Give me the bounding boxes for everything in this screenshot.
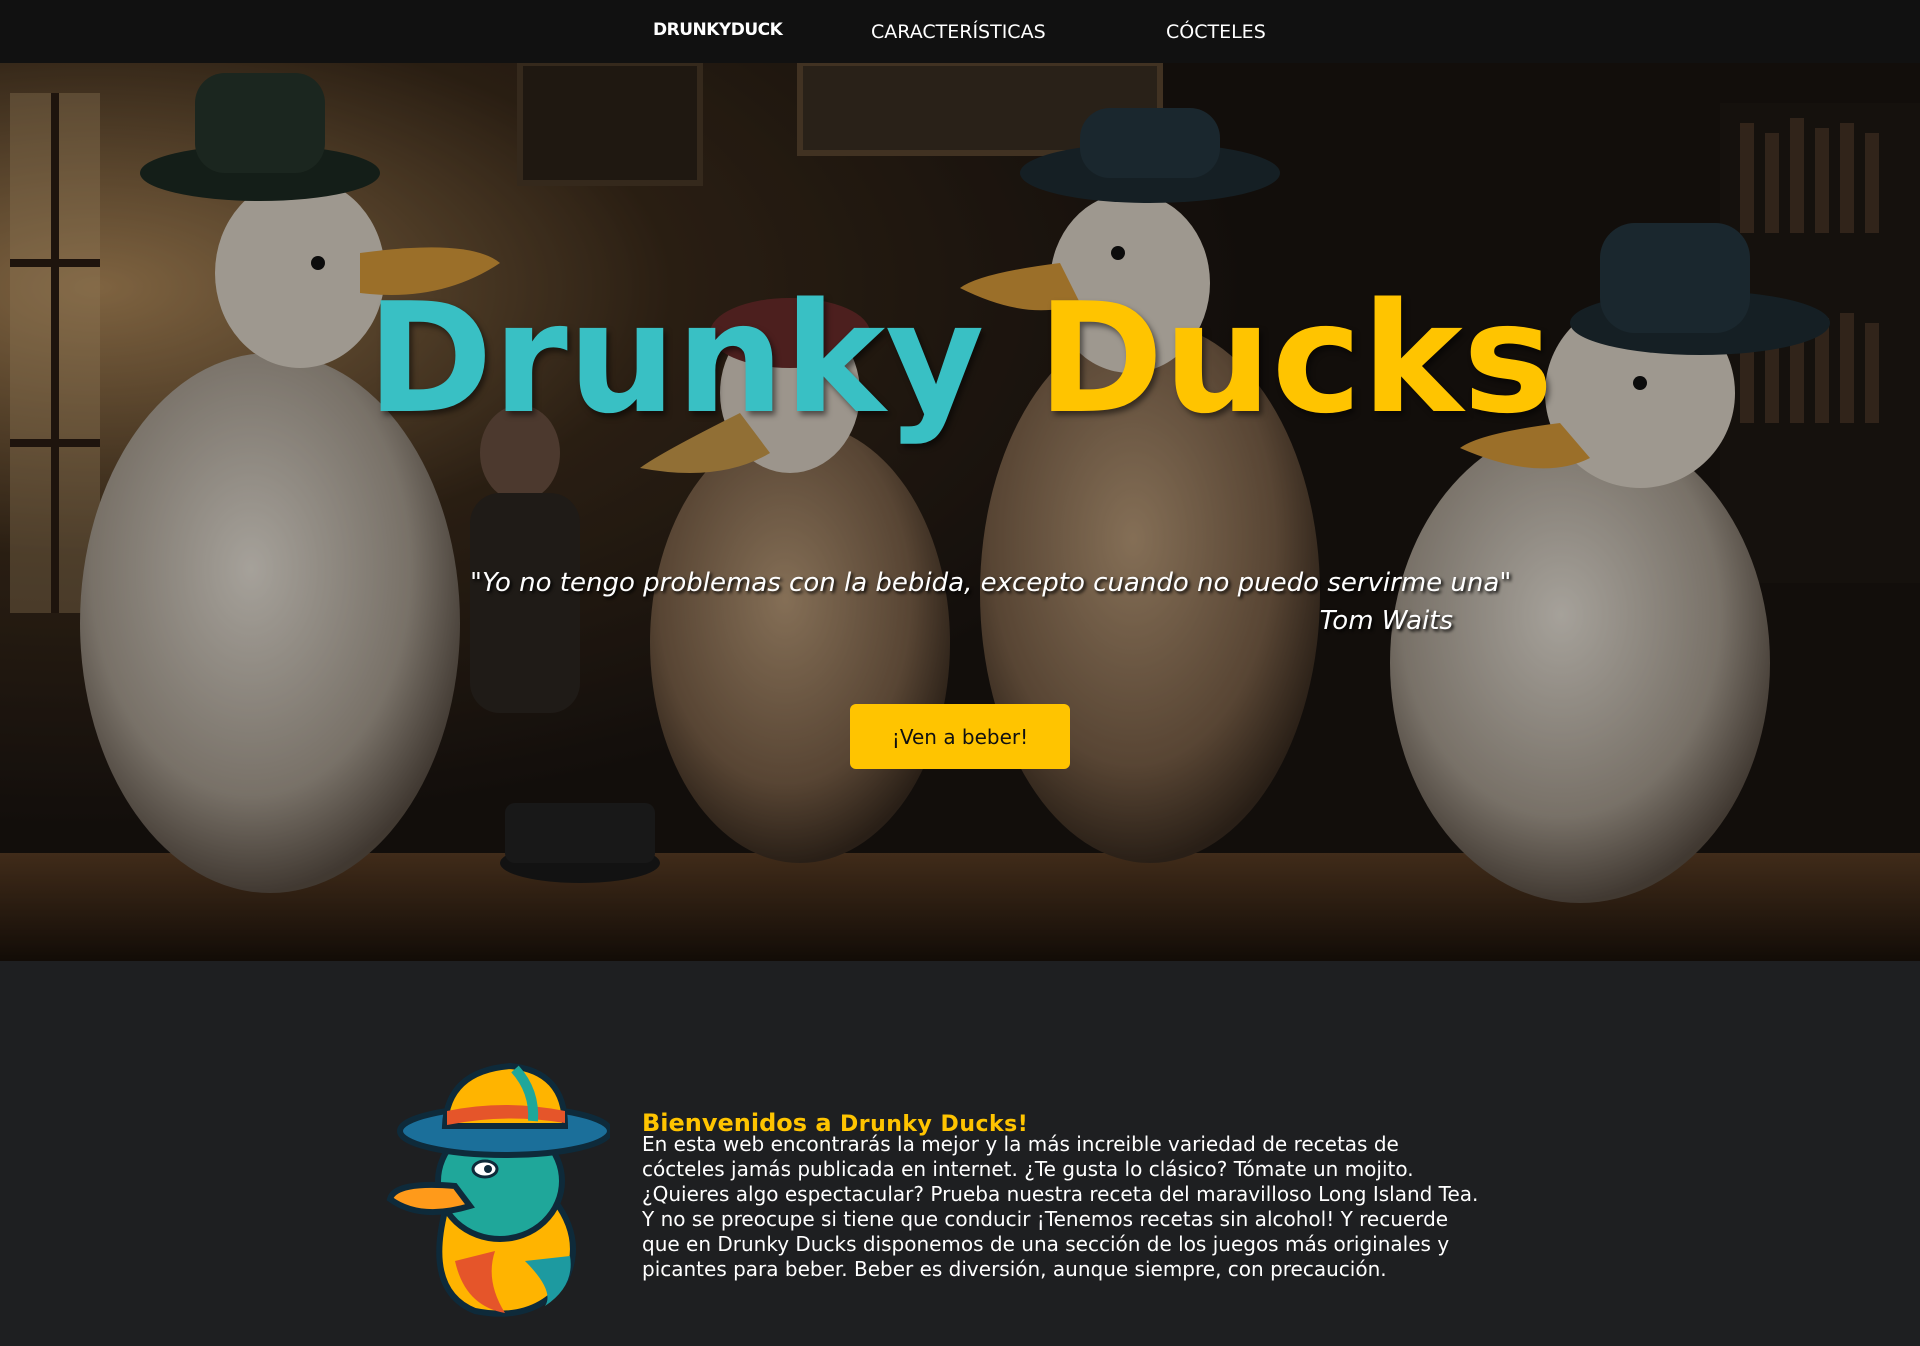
nav-link-cocteles[interactable]: CÓCTELES	[1166, 21, 1266, 43]
duck-mascot-logo	[386, 1062, 610, 1317]
hero-quote: "Yo no tengo problemas con la bebida, ex…	[470, 568, 1512, 598]
come-drink-button[interactable]: ¡Ven a beber!	[850, 704, 1070, 769]
top-navbar: DrunkyDuck CARACTERÍSTICAS CÓCTELES	[0, 0, 1920, 63]
hero-title: Drunky Ducks	[0, 268, 1920, 450]
hero-title-part-2: Ducks	[1037, 270, 1554, 447]
nav-link-caracteristicas[interactable]: CARACTERÍSTICAS	[871, 21, 1046, 43]
hero-quote-author: Tom Waits	[1319, 606, 1453, 636]
welcome-section: Bienvenidos a Drunky Ducks! En esta web …	[0, 961, 1920, 1346]
hero-background-image	[0, 63, 1920, 961]
welcome-description: En esta web encontrarás la mejor y la má…	[642, 1132, 1479, 1281]
nav-logo-link[interactable]: DrunkyDuck	[653, 20, 783, 40]
hero-title-part-1: Drunky	[366, 270, 985, 447]
hero-section: Drunky Ducks "Yo no tengo problemas con …	[0, 63, 1920, 961]
